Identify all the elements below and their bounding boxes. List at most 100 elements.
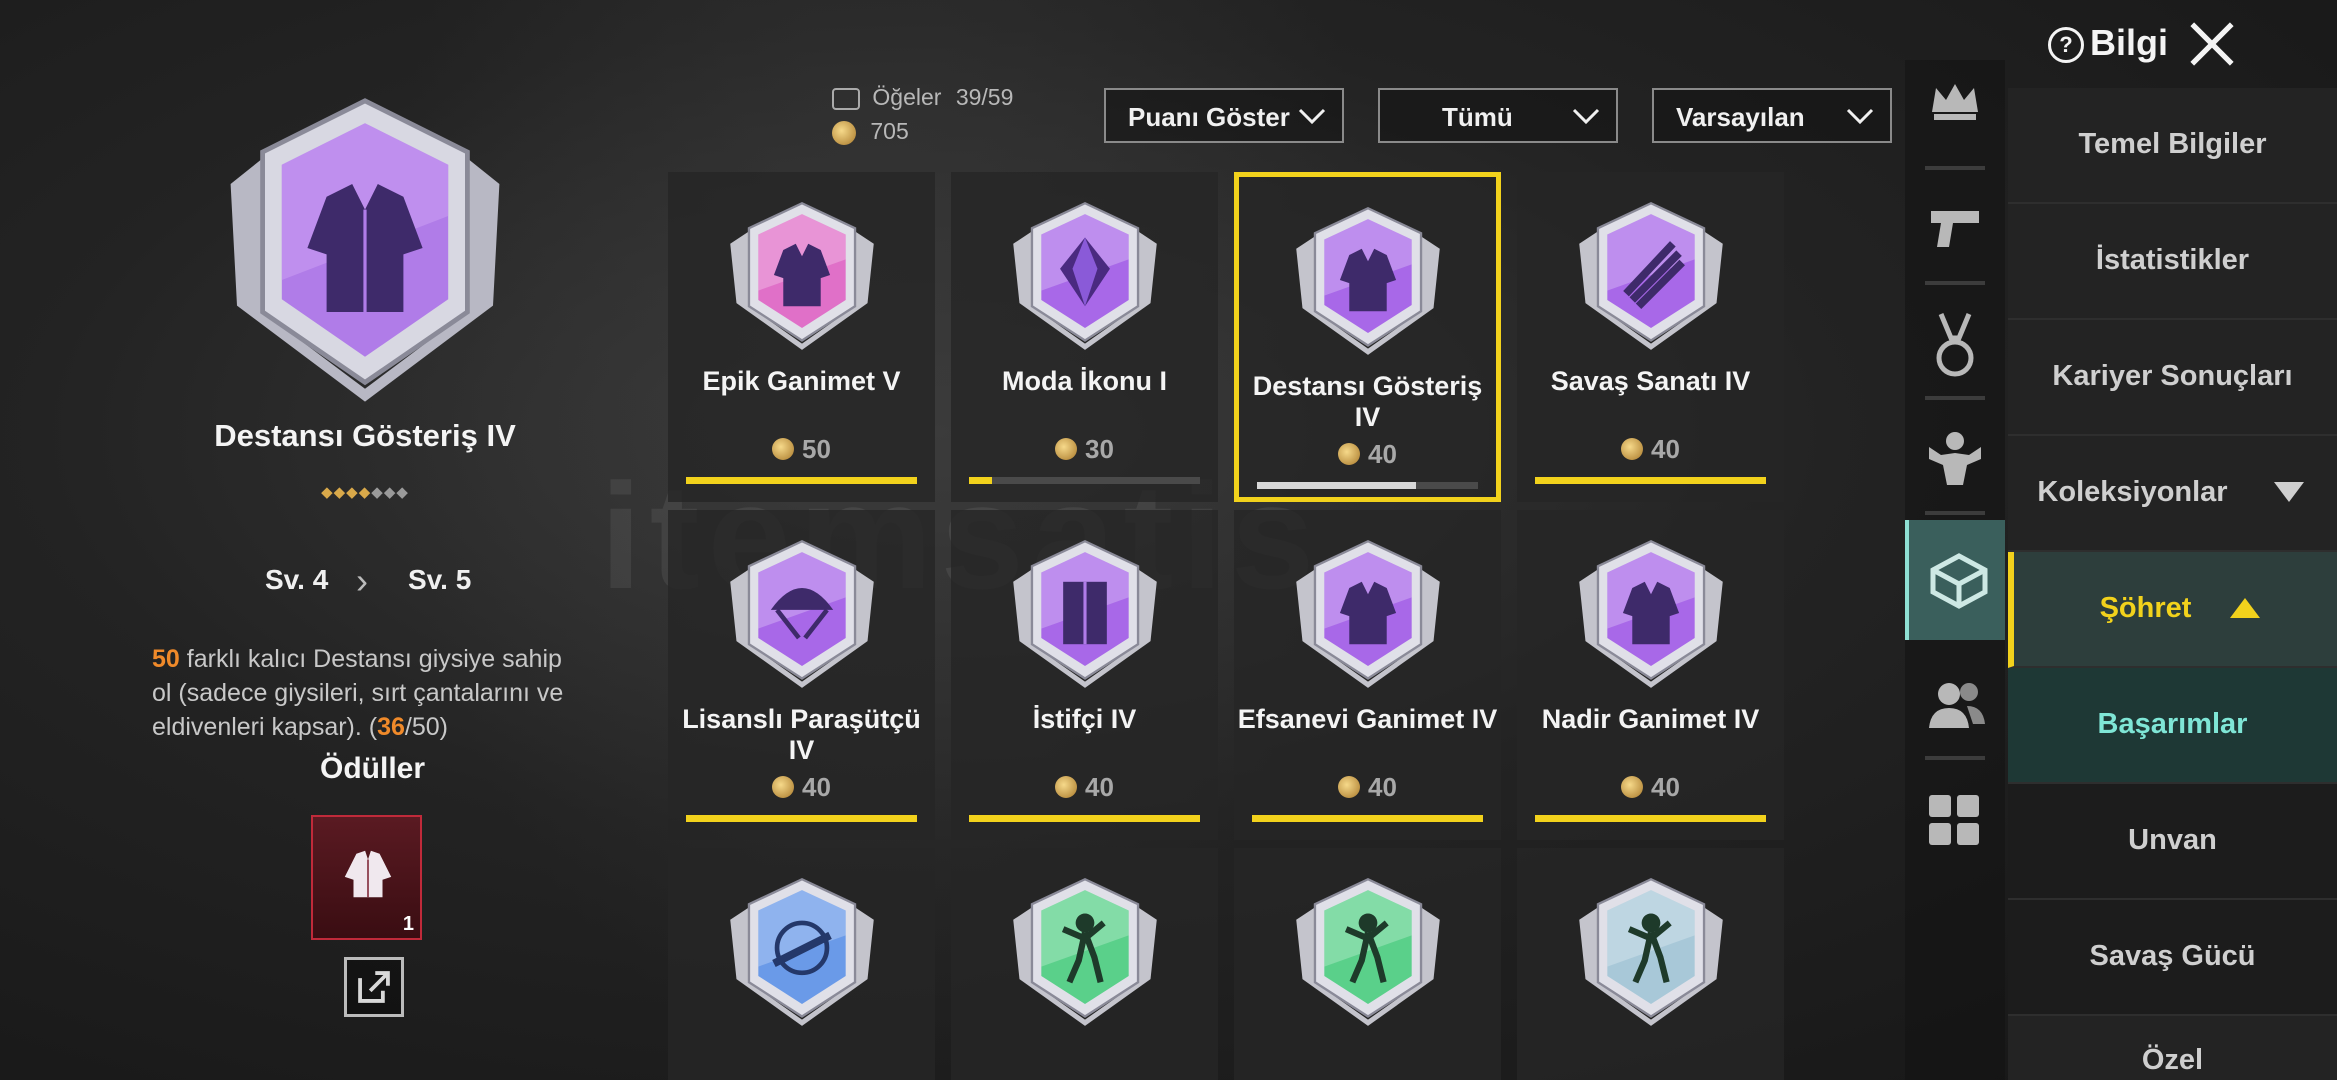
reward-count: 1: [402, 913, 414, 935]
progress-sep: /: [404, 713, 412, 741]
star-empty-icon: ◆: [396, 484, 409, 501]
menu-basic-info[interactable]: Temel Bilgiler: [2008, 88, 2337, 204]
jacket-badge-icon: [1295, 206, 1440, 355]
coin-icon: [772, 776, 795, 799]
info-label: Bilgi: [2090, 22, 2168, 63]
achievement-name: Epik Ganimet V: [702, 366, 901, 396]
crate-icon: [1930, 553, 1988, 609]
points-filter-dropdown[interactable]: Puanı Göster: [1104, 88, 1344, 143]
desc-text: farklı kalıcı Destansı giysiye sahip ol …: [152, 645, 564, 741]
menu-title[interactable]: Unvan: [2008, 784, 2337, 900]
star-filled-icon: ◆: [333, 484, 347, 501]
items-stat: Öğeler 39/59: [832, 84, 1013, 111]
achievement-card[interactable]: Destansı Gösteriş IV 40: [1234, 172, 1501, 502]
points-value: 40: [1651, 434, 1680, 464]
jacket-icon: [344, 850, 392, 898]
menu-special[interactable]: Özel: [2008, 1016, 2337, 1080]
achievement-points: 40: [1239, 439, 1496, 470]
progress-fill: [686, 477, 917, 484]
points-total: 705: [870, 118, 909, 144]
achievement-name: Moda İkonu I: [1002, 366, 1167, 396]
parachute-badge-icon: [729, 539, 874, 688]
progress-bar: [1535, 815, 1766, 822]
crown-icon: [1932, 84, 1978, 120]
progress-bar: [1252, 815, 1483, 822]
crown-tab[interactable]: [1905, 60, 2005, 170]
reward-item[interactable]: 1: [311, 815, 422, 940]
menu-achievements[interactable]: Başarımlar: [2008, 668, 2337, 784]
sort-dropdown[interactable]: Varsayılan: [1652, 88, 1892, 143]
coin-icon: [1055, 438, 1078, 461]
chevron-down-icon: [1846, 108, 1874, 125]
achievement-name: Destansı Gösteriş IV: [1252, 371, 1483, 432]
achievement-card[interactable]: Savaş Sanatı IV 40: [1517, 172, 1784, 502]
medal-tab[interactable]: [1905, 290, 2005, 400]
achievement-card[interactable]: İstifçi IV 40: [951, 510, 1218, 840]
diamond-badge-icon: [1012, 201, 1157, 350]
progress-bar: [969, 477, 1200, 484]
star-empty-icon: ◆: [371, 484, 384, 501]
star-empty-icon: ◆: [383, 484, 397, 501]
achievement-card[interactable]: [668, 848, 935, 1080]
category-filter-dropdown[interactable]: Tümü: [1378, 88, 1618, 143]
points-value: 40: [1651, 772, 1680, 802]
star-rating: ◆◆◆◆◆◆◆: [305, 483, 425, 501]
progress-bar: [686, 815, 917, 822]
menu-collections[interactable]: Koleksiyonlar: [2008, 436, 2337, 552]
star-filled-icon: ◆: [358, 484, 372, 501]
progress-current: 36: [377, 713, 405, 741]
more-tab[interactable]: [1905, 765, 2005, 875]
dancer-badge-icon: [1012, 877, 1157, 1026]
progress-total: 50: [411, 713, 440, 741]
current-level: Sv. 4: [265, 564, 329, 595]
points-value: 40: [1368, 439, 1397, 469]
achievement-card[interactable]: Lisanslı Paraşütçü IV 40: [668, 510, 935, 840]
menu-label: Temel Bilgiler: [2078, 128, 2267, 160]
achievement-card[interactable]: Moda İkonu I 30: [951, 172, 1218, 502]
progress-fill: [1535, 477, 1766, 484]
menu-label: Kariyer Sonuçları: [2052, 360, 2293, 392]
menu-statistics[interactable]: İstatistikler: [2008, 204, 2337, 320]
progress-fill: [969, 477, 993, 484]
share-button[interactable]: [344, 957, 404, 1017]
achievement-card[interactable]: Epik Ganimet V 50: [668, 172, 935, 502]
jacket-badge-icon: [230, 98, 500, 402]
next-level: Sv. 5: [408, 564, 472, 595]
progress-fill: [1535, 815, 1766, 822]
achievement-points: 50: [668, 434, 935, 465]
items-count: 39/59: [955, 84, 1014, 110]
category-icon-column: [1905, 60, 2005, 1080]
menu-combat-power[interactable]: Savaş Gücü: [2008, 900, 2337, 1016]
progress-bar: [686, 477, 917, 484]
progress-bar: [1257, 482, 1478, 489]
achievement-points: 40: [668, 772, 935, 803]
achievement-description: 50 farklı kalıcı Destansı giysiye sahip …: [152, 642, 572, 744]
progress-fill: [1257, 482, 1417, 489]
achievement-card[interactable]: [1517, 848, 1784, 1080]
locker-badge-icon: [1012, 539, 1157, 688]
points-value: 40: [1085, 772, 1114, 802]
achievement-card[interactable]: Nadir Ganimet IV 40: [1517, 510, 1784, 840]
achievement-detail-panel: Destansı Gösteriş IV ◆◆◆◆◆◆◆ Sv. 4 › Sv.…: [0, 0, 660, 1080]
rewards-title: Ödüller: [320, 752, 426, 785]
friends-tab[interactable]: [1905, 650, 2005, 760]
menu-fame[interactable]: Şöhret: [2008, 552, 2337, 668]
progress-bar: [969, 815, 1200, 822]
achievement-name: İstifçi IV: [1032, 704, 1137, 734]
weapon-tab[interactable]: [1905, 175, 2005, 285]
items-icon: [832, 87, 860, 110]
achievement-card[interactable]: Efsanevi Ganimet IV 40: [1234, 510, 1501, 840]
chevron-down-icon: [1572, 108, 1600, 125]
medal-icon: [1936, 313, 1974, 377]
coin-icon: [772, 438, 795, 461]
close-icon[interactable]: [2186, 18, 2238, 70]
menu-career[interactable]: Kariyer Sonuçları: [2008, 320, 2337, 436]
info-button[interactable]: ? Bilgi: [2048, 22, 2168, 64]
star-filled-icon: ◆: [346, 484, 359, 501]
pistol-icon: [1931, 211, 1979, 247]
grid-icon: [1929, 795, 1979, 845]
achievement-card[interactable]: [1234, 848, 1501, 1080]
achievement-card[interactable]: [951, 848, 1218, 1080]
achievement-name: Lisanslı Paraşütçü IV: [682, 704, 921, 765]
points-value: 40: [1368, 772, 1397, 802]
